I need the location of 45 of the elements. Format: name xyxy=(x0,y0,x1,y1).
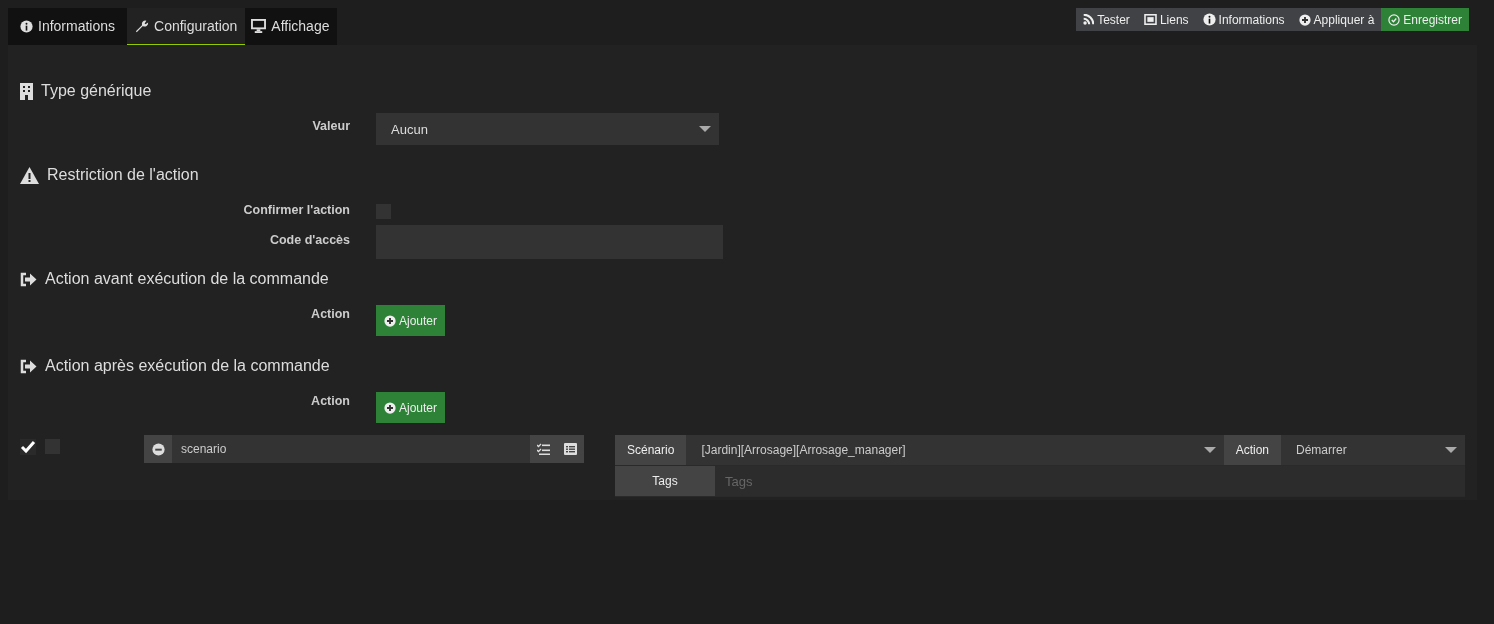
select-field[interactable]: Aucun xyxy=(376,113,719,145)
checklist-icon[interactable] xyxy=(530,435,557,463)
plus-circle-icon xyxy=(384,314,396,327)
action-select[interactable]: Démarrer xyxy=(1281,435,1465,465)
minus-circle-icon xyxy=(151,442,165,456)
list-icon[interactable] xyxy=(557,435,584,463)
plus-circle-icon xyxy=(1298,13,1311,26)
field-label: Tags xyxy=(615,466,715,496)
field-label: Valeur xyxy=(311,118,350,133)
checkbox[interactable] xyxy=(20,439,36,455)
check-circle-icon xyxy=(1388,13,1401,26)
add-button[interactable]: Ajouter xyxy=(376,392,446,423)
scenario-select[interactable]: [Jardin][Arrosage][Arrosage_manager] xyxy=(686,435,1224,465)
toolbar-button[interactable]: Appliquer à xyxy=(1291,8,1382,31)
toolbar-button[interactable]: Informations xyxy=(1195,8,1292,31)
tags-field[interactable]: Tags xyxy=(715,466,1465,496)
field-label: Confirmer l'action xyxy=(242,202,350,217)
field-label: Action xyxy=(1223,435,1281,465)
field-label: Action xyxy=(310,306,350,321)
warning-icon xyxy=(20,166,39,184)
section-title: Action avant exécution de la commande xyxy=(45,270,329,288)
toolbar-button[interactable]: Liens xyxy=(1136,8,1196,31)
monitor-icon xyxy=(251,19,267,33)
tab[interactable]: Informations xyxy=(8,8,128,45)
field-label: Scénario xyxy=(615,435,687,465)
frame-icon xyxy=(1143,14,1157,25)
section-title: Action après exécution de la commande xyxy=(45,357,330,375)
tab[interactable]: Configuration xyxy=(127,8,246,45)
section-title: Restriction de l'action xyxy=(47,166,199,184)
wrench-icon xyxy=(135,19,150,33)
info-icon xyxy=(1202,13,1216,26)
plus-circle-icon xyxy=(384,401,396,414)
toolbar-button[interactable]: Tester xyxy=(1076,8,1137,31)
info-icon xyxy=(20,19,33,33)
remove-button[interactable] xyxy=(144,435,172,463)
sign-out-icon xyxy=(20,271,37,287)
section-title: Type générique xyxy=(41,82,152,100)
add-button[interactable]: Ajouter xyxy=(376,305,446,336)
field-label: Action xyxy=(310,393,350,408)
toolbar-button[interactable]: Enregistrer xyxy=(1381,8,1469,31)
building-icon xyxy=(20,82,33,100)
tab[interactable]: Affichage xyxy=(245,8,338,45)
rss-icon xyxy=(1083,14,1095,25)
sign-out-icon xyxy=(20,358,37,374)
field-label: Code d'accès xyxy=(268,232,350,247)
